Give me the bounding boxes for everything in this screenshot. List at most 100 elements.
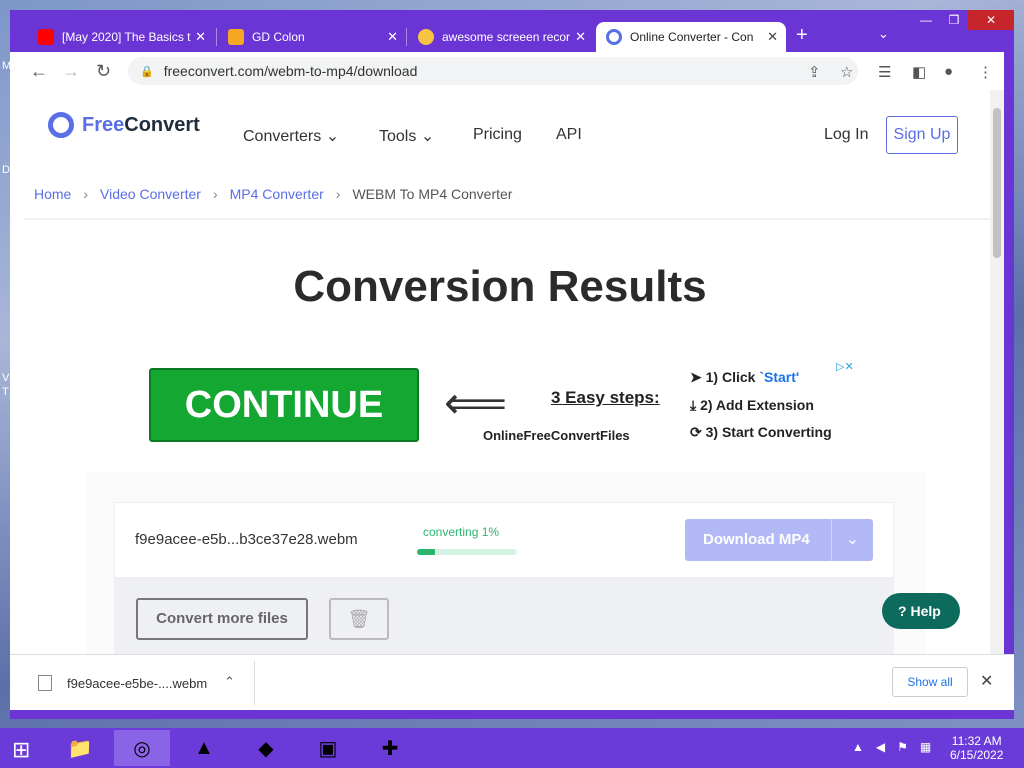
chevron-right-icon: › xyxy=(83,186,89,202)
help-label: Help xyxy=(910,603,941,619)
logo-text-free: Free xyxy=(82,113,125,136)
file-icon xyxy=(38,675,52,691)
app-icon[interactable]: ▣ xyxy=(300,730,356,766)
download-icon: ⤓ xyxy=(690,397,701,413)
signup-button[interactable]: Sign Up xyxy=(886,116,958,154)
actions-row: Convert more files 🗑 xyxy=(114,578,894,654)
profile-icon[interactable]: ● xyxy=(944,63,953,80)
progress-bar xyxy=(417,549,517,555)
freeconvert-logo-icon xyxy=(48,112,74,138)
tab-search-icon[interactable]: ⌄ xyxy=(878,26,889,42)
site-logo[interactable]: Free Convert xyxy=(48,112,200,138)
nav-pricing[interactable]: Pricing xyxy=(473,126,522,144)
windows-start-icon[interactable]: ⊞ xyxy=(12,737,30,763)
scrollbar[interactable] xyxy=(990,90,1004,654)
trash-icon[interactable]: 🗑 xyxy=(329,598,389,640)
ad-step-2: ⤓ 2) Add Extension xyxy=(690,397,814,414)
guitar-icon xyxy=(228,29,244,45)
network-icon[interactable]: ▦ xyxy=(920,740,931,754)
flag-icon[interactable]: ⚑ xyxy=(897,740,908,754)
refresh-icon: ⟳ xyxy=(690,424,706,440)
site-header: Free Convert Converters ⌄ Tools ⌄ Pricin… xyxy=(10,90,990,180)
nav-label: Tools xyxy=(379,128,417,145)
ad-step-1-highlight: `Start' xyxy=(759,369,800,385)
breadcrumb-home[interactable]: Home xyxy=(34,186,71,202)
app-icon[interactable]: ▲ xyxy=(176,730,232,766)
page-viewport: Free Convert Converters ⌄ Tools ⌄ Pricin… xyxy=(10,90,1004,654)
close-icon[interactable]: ✕ xyxy=(767,29,778,45)
freeconvert-icon xyxy=(606,29,622,45)
tab-youtube[interactable]: [May 2020] The Basics t ✕ xyxy=(28,22,214,52)
help-button[interactable]: ? Help xyxy=(882,593,960,629)
download-file-name[interactable]: f9e9acee-e5be-....webm xyxy=(67,676,207,691)
convert-more-button[interactable]: Convert more files xyxy=(136,598,308,640)
divider xyxy=(24,218,990,220)
side-panel-icon[interactable]: ◧ xyxy=(912,63,926,81)
back-icon[interactable]: ← xyxy=(30,61,48,82)
address-bar[interactable]: 🔒 freeconvert.com/webm-to-mp4/download xyxy=(128,57,858,85)
clock-date: 6/15/2022 xyxy=(950,748,1004,762)
browser-window: [May 2020] The Basics t ✕ GD Colon ✕ awe… xyxy=(10,10,1014,719)
tab-gd-colon[interactable]: GD Colon ✕ xyxy=(218,22,406,52)
login-link[interactable]: Log In xyxy=(824,126,868,144)
tab-screen-recorder[interactable]: awesome screeen recor ✕ xyxy=(408,22,594,52)
close-icon[interactable]: ✕ xyxy=(575,29,586,45)
reload-icon[interactable]: ↻ xyxy=(96,61,111,82)
maximize-icon[interactable]: ❐ xyxy=(940,10,968,30)
file-row: f9e9acee-e5b...b3ce37e28.webm converting… xyxy=(114,502,894,578)
tab-title: [May 2020] The Basics t xyxy=(62,30,191,44)
tab-online-converter[interactable]: Online Converter - Con ✕ xyxy=(596,22,786,52)
reading-list-icon[interactable]: ☰ xyxy=(878,63,891,81)
ad-step-2-text: 2) Add Extension xyxy=(700,397,814,413)
menu-icon[interactable]: ⋮ xyxy=(978,63,993,81)
app-icon[interactable]: ✚ xyxy=(362,730,418,766)
tab-title: awesome screeen recor xyxy=(442,30,571,44)
new-tab-button[interactable]: + xyxy=(796,24,808,47)
arrow-left-icon: ⟸ xyxy=(444,379,508,428)
window-controls: — ❐ ✕ xyxy=(912,10,1014,32)
ad-choices-icon[interactable]: ▷✕ xyxy=(836,360,854,373)
nav-api[interactable]: API xyxy=(556,126,582,144)
chrome-icon[interactable]: ◎ xyxy=(114,730,170,766)
forward-icon[interactable]: → xyxy=(62,61,80,82)
close-icon[interactable]: ✕ xyxy=(980,671,993,691)
desktop-label: V xyxy=(2,372,10,384)
ad-step-1: ➤ 1) Click `Start' xyxy=(690,369,799,386)
browser-toolbar: ← → ↻ 🔒 freeconvert.com/webm-to-mp4/down… xyxy=(10,52,1004,90)
desktop-label: D xyxy=(2,164,10,176)
progress-fill xyxy=(417,549,435,555)
close-icon[interactable]: ✕ xyxy=(387,29,398,45)
tray-expand-icon[interactable]: ▲ xyxy=(852,740,864,754)
chevron-up-icon[interactable]: ⌃ xyxy=(224,674,235,690)
download-label: Download MP4 xyxy=(703,531,810,548)
show-all-button[interactable]: Show all xyxy=(892,667,968,697)
face-icon xyxy=(418,29,434,45)
bookmark-star-icon[interactable]: ☆ xyxy=(840,63,853,81)
nav-converters[interactable]: Converters ⌄ xyxy=(243,126,339,146)
breadcrumb-video-converter[interactable]: Video Converter xyxy=(100,186,201,202)
app-icon[interactable]: ◆ xyxy=(238,730,294,766)
breadcrumb-mp4-converter[interactable]: MP4 Converter xyxy=(230,186,324,202)
logo-text-convert: Convert xyxy=(124,113,200,136)
nav-tools[interactable]: Tools ⌄ xyxy=(379,126,434,146)
share-icon[interactable]: ⇪ xyxy=(808,63,821,81)
close-icon[interactable]: ✕ xyxy=(195,29,206,45)
ad-brand: OnlineFreeConvertFiles xyxy=(483,428,630,443)
chevron-down-icon[interactable]: ⌄ xyxy=(831,519,873,561)
ad-continue-button[interactable]: CONTINUE xyxy=(149,368,419,442)
question-icon: ? xyxy=(898,603,911,619)
tab-title: Online Converter - Con xyxy=(630,30,754,44)
download-mp4-button[interactable]: Download MP4 ⌄ xyxy=(685,519,873,561)
volume-icon[interactable]: ◀ xyxy=(876,740,885,754)
ad-step-3: ⟳ 3) Start Converting xyxy=(690,424,832,441)
clock[interactable]: 11:32 AM 6/15/2022 xyxy=(950,734,1003,762)
window-close-icon[interactable]: ✕ xyxy=(968,10,1014,30)
minimize-icon[interactable]: — xyxy=(912,10,940,30)
scroll-thumb[interactable] xyxy=(993,108,1001,258)
chevron-down-icon: ⌄ xyxy=(325,128,340,145)
download-bar: f9e9acee-e5be-....webm ⌃ Show all ✕ xyxy=(10,654,1014,710)
file-explorer-icon[interactable]: 📁 xyxy=(52,730,108,766)
page-title: Conversion Results xyxy=(293,262,707,311)
desktop-label: T xyxy=(2,386,9,398)
lock-icon: 🔒 xyxy=(140,65,154,78)
